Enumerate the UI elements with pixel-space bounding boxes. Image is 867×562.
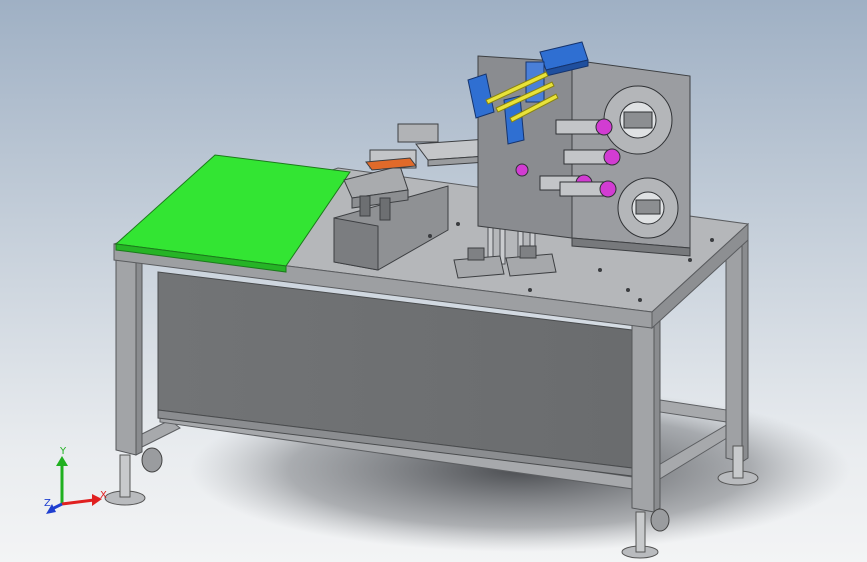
z-axis-label: Z	[44, 498, 51, 509]
x-axis-label: X	[100, 490, 107, 501]
assembly-model[interactable]: Y X Z	[0, 0, 867, 562]
cad-viewport[interactable]: Y X Z	[0, 0, 867, 562]
y-axis-label: Y	[59, 446, 67, 457]
coordinate-triad: Y X Z	[44, 446, 107, 514]
y-arrowhead-icon	[56, 456, 68, 466]
x-axis-arrow	[61, 498, 95, 506]
